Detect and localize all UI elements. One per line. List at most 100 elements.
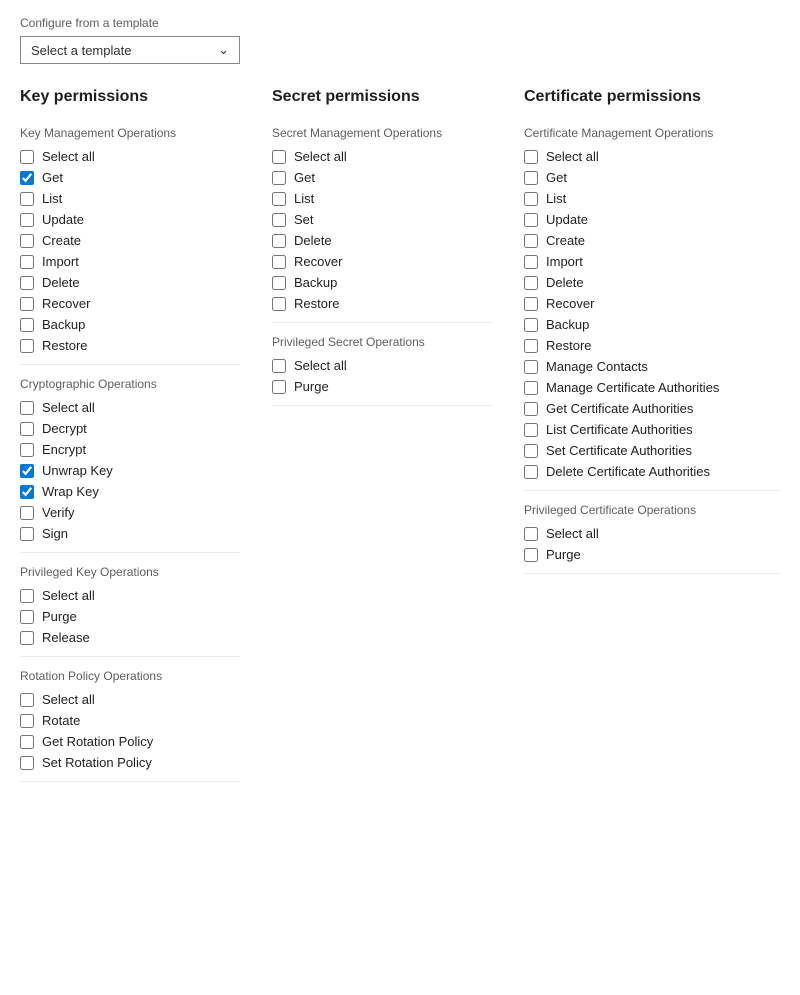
rp-setpolicy-label[interactable]: Set Rotation Policy [42,755,152,770]
km-update-label[interactable]: Update [42,212,84,227]
cm-selectall-checkbox[interactable] [524,150,538,164]
sm-selectall-checkbox[interactable] [272,150,286,164]
cm-recover-label[interactable]: Recover [546,296,594,311]
co-selectall-checkbox[interactable] [20,401,34,415]
cm-managecontacts-checkbox[interactable] [524,360,538,374]
cm-getca-label[interactable]: Get Certificate Authorities [546,401,693,416]
sm-restore-checkbox[interactable] [272,297,286,311]
sm-set-label[interactable]: Set [294,212,314,227]
km-get-checkbox[interactable] [20,171,34,185]
cm-recover-checkbox[interactable] [524,297,538,311]
co-sign-label[interactable]: Sign [42,526,68,541]
cm-manageca-label[interactable]: Manage Certificate Authorities [546,380,719,395]
km-delete-checkbox[interactable] [20,276,34,290]
km-recover-label[interactable]: Recover [42,296,90,311]
km-get-label[interactable]: Get [42,170,63,185]
cm-restore-checkbox[interactable] [524,339,538,353]
rp-getpolicy-checkbox[interactable] [20,735,34,749]
cm-get-checkbox[interactable] [524,171,538,185]
ps-purge-label[interactable]: Purge [294,379,329,394]
co-wrapkey-label[interactable]: Wrap Key [42,484,99,499]
cm-manageca-checkbox[interactable] [524,381,538,395]
rp-getpolicy-label[interactable]: Get Rotation Policy [42,734,153,749]
pc-purge-checkbox[interactable] [524,548,538,562]
rp-setpolicy-checkbox[interactable] [20,756,34,770]
cm-deleteca-checkbox[interactable] [524,465,538,479]
cm-delete-label[interactable]: Delete [546,275,584,290]
km-list-label[interactable]: List [42,191,62,206]
cm-update-label[interactable]: Update [546,212,588,227]
pk-selectall-checkbox[interactable] [20,589,34,603]
cm-create-label[interactable]: Create [546,233,585,248]
rp-selectall-checkbox[interactable] [20,693,34,707]
cm-deleteca-label[interactable]: Delete Certificate Authorities [546,464,710,479]
sm-set-checkbox[interactable] [272,213,286,227]
template-dropdown[interactable]: Select a template ⌄ [20,36,240,64]
co-sign-checkbox[interactable] [20,527,34,541]
cm-listca-label[interactable]: List Certificate Authorities [546,422,693,437]
rp-selectall-label[interactable]: Select all [42,692,95,707]
co-decrypt-checkbox[interactable] [20,422,34,436]
cm-create-checkbox[interactable] [524,234,538,248]
cm-selectall-label[interactable]: Select all [546,149,599,164]
cm-import-checkbox[interactable] [524,255,538,269]
sm-recover-label[interactable]: Recover [294,254,342,269]
co-verify-checkbox[interactable] [20,506,34,520]
pk-purge-checkbox[interactable] [20,610,34,624]
km-restore-label[interactable]: Restore [42,338,88,353]
co-verify-label[interactable]: Verify [42,505,75,520]
cm-setca-label[interactable]: Set Certificate Authorities [546,443,692,458]
cm-backup-checkbox[interactable] [524,318,538,332]
sm-delete-checkbox[interactable] [272,234,286,248]
rp-rotate-label[interactable]: Rotate [42,713,80,728]
co-encrypt-checkbox[interactable] [20,443,34,457]
sm-backup-checkbox[interactable] [272,276,286,290]
co-unwrapkey-label[interactable]: Unwrap Key [42,463,113,478]
cm-setca-checkbox[interactable] [524,444,538,458]
cm-import-label[interactable]: Import [546,254,583,269]
sm-backup-label[interactable]: Backup [294,275,337,290]
rp-rotate-checkbox[interactable] [20,714,34,728]
cm-list-label[interactable]: List [546,191,566,206]
cm-listca-checkbox[interactable] [524,423,538,437]
km-create-label[interactable]: Create [42,233,81,248]
cm-delete-checkbox[interactable] [524,276,538,290]
sm-list-checkbox[interactable] [272,192,286,206]
km-restore-checkbox[interactable] [20,339,34,353]
cm-get-label[interactable]: Get [546,170,567,185]
pc-selectall-label[interactable]: Select all [546,526,599,541]
km-list-checkbox[interactable] [20,192,34,206]
km-selectall-checkbox[interactable] [20,150,34,164]
sm-list-label[interactable]: List [294,191,314,206]
ps-selectall-checkbox[interactable] [272,359,286,373]
ps-selectall-label[interactable]: Select all [294,358,347,373]
co-encrypt-label[interactable]: Encrypt [42,442,86,457]
km-import-label[interactable]: Import [42,254,79,269]
km-selectall-label[interactable]: Select all [42,149,95,164]
pk-release-label[interactable]: Release [42,630,90,645]
km-backup-label[interactable]: Backup [42,317,85,332]
km-recover-checkbox[interactable] [20,297,34,311]
km-backup-checkbox[interactable] [20,318,34,332]
co-unwrapkey-checkbox[interactable] [20,464,34,478]
sm-get-checkbox[interactable] [272,171,286,185]
ps-purge-checkbox[interactable] [272,380,286,394]
cm-backup-label[interactable]: Backup [546,317,589,332]
cm-getca-checkbox[interactable] [524,402,538,416]
cm-managecontacts-label[interactable]: Manage Contacts [546,359,648,374]
km-update-checkbox[interactable] [20,213,34,227]
pk-release-checkbox[interactable] [20,631,34,645]
pc-selectall-checkbox[interactable] [524,527,538,541]
sm-recover-checkbox[interactable] [272,255,286,269]
co-wrapkey-checkbox[interactable] [20,485,34,499]
sm-restore-label[interactable]: Restore [294,296,340,311]
pc-purge-label[interactable]: Purge [546,547,581,562]
sm-delete-label[interactable]: Delete [294,233,332,248]
cm-list-checkbox[interactable] [524,192,538,206]
cm-update-checkbox[interactable] [524,213,538,227]
cm-restore-label[interactable]: Restore [546,338,592,353]
km-import-checkbox[interactable] [20,255,34,269]
sm-selectall-label[interactable]: Select all [294,149,347,164]
km-create-checkbox[interactable] [20,234,34,248]
co-selectall-label[interactable]: Select all [42,400,95,415]
